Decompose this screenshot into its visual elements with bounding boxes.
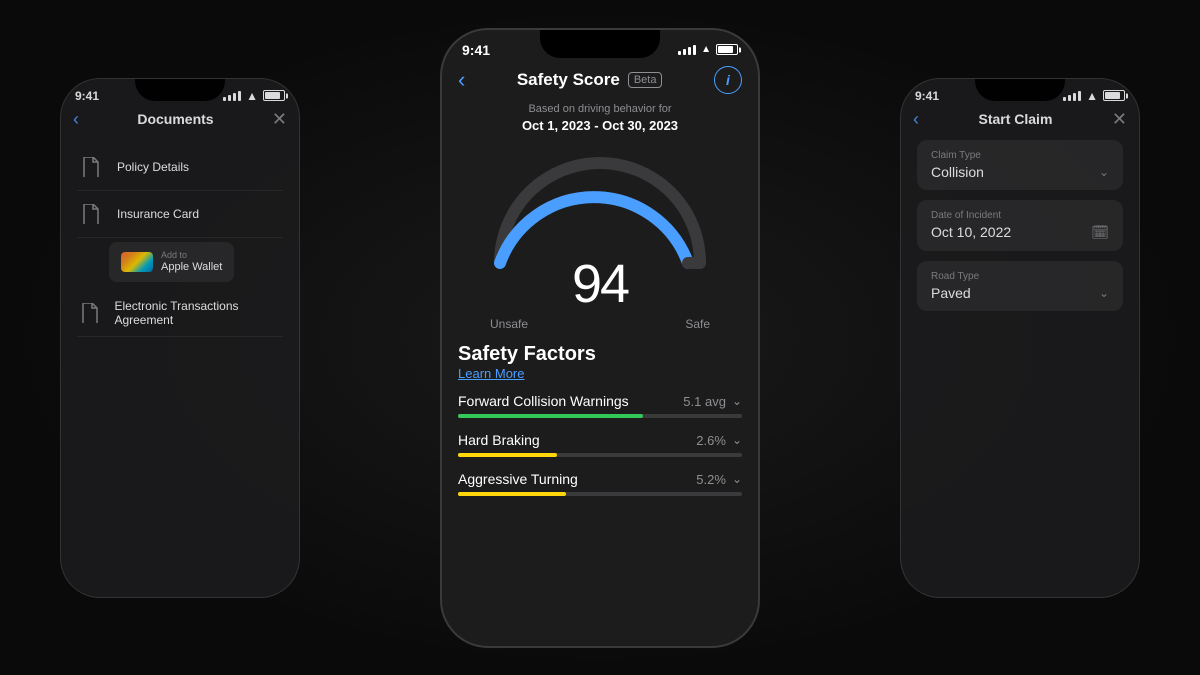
safety-factors-title: Safety Factors (458, 343, 742, 366)
phone-center: 9:41 ▲ ‹ Safety Score Beta i (440, 28, 760, 648)
date-subtitle: Based on driving behavior for Oct 1, 202… (458, 102, 742, 136)
road-type-field[interactable]: Road Type Paved ⌄ (917, 261, 1123, 311)
back-button-left[interactable]: ‹ (73, 109, 79, 130)
progress-bar-turning (458, 492, 742, 496)
wifi-left: ▲ (246, 89, 258, 103)
date-range: Oct 1, 2023 - Oct 30, 2023 (458, 117, 742, 135)
claim-form: Claim Type Collision ⌄ Date of Incident … (917, 136, 1123, 325)
factor-row-collision: Forward Collision Warnings 5.1 avg ⌄ (458, 393, 742, 418)
signal-left (223, 91, 241, 101)
status-icons-left: ▲ (223, 89, 285, 103)
claim-type-label: Claim Type (931, 150, 1109, 161)
time-center: 9:41 (462, 42, 490, 58)
claim-type-field[interactable]: Claim Type Collision ⌄ (917, 140, 1123, 190)
gauge-score: 94 (572, 253, 628, 315)
gauge-safe-label: Safe (685, 317, 710, 331)
notch-left (135, 79, 225, 101)
page-title-right: Start Claim (978, 111, 1052, 127)
factor-name-braking: Hard Braking (458, 432, 540, 448)
wifi-center: ▲ (701, 44, 711, 55)
notch-right (975, 79, 1065, 101)
page-title-left: Documents (137, 111, 213, 127)
factor-name-collision: Forward Collision Warnings (458, 393, 629, 409)
chevron-down-icon: ⌄ (732, 433, 742, 447)
beta-badge: Beta (628, 72, 663, 88)
time-left: 9:41 (75, 89, 99, 103)
chevron-down-icon: ⌄ (732, 472, 742, 486)
factor-name-turning: Aggressive Turning (458, 471, 578, 487)
doc-icon (77, 299, 102, 327)
page-title-center: Safety Score Beta (517, 70, 663, 90)
mute-button[interactable] (440, 110, 442, 145)
back-button-center[interactable]: ‹ (458, 67, 465, 93)
time-right: 9:41 (915, 89, 939, 103)
factor-row-turning: Aggressive Turning 5.2% ⌄ (458, 471, 742, 496)
chevron-down-icon: ⌄ (1099, 286, 1109, 300)
calendar-icon: 🗓 (1091, 224, 1109, 241)
nav-bar-center: ‹ Safety Score Beta i (442, 62, 758, 102)
wallet-add-text: Add to (161, 250, 222, 260)
wifi-right: ▲ (1086, 89, 1098, 103)
doc-content: Policy Details Insurance Card A (61, 136, 299, 597)
chevron-down-icon: ⌄ (732, 394, 742, 408)
date-incident-value: Oct 10, 2022 🗓 (931, 224, 1109, 241)
phone-left: 9:41 ▲ ‹ Documents ✕ (60, 78, 300, 598)
status-icons-right: ▲ (1063, 89, 1125, 103)
factor-value-braking[interactable]: 2.6% ⌄ (696, 433, 742, 448)
doc-icon (77, 153, 105, 181)
list-item[interactable]: Insurance Card (77, 191, 283, 238)
claim-content: Claim Type Collision ⌄ Date of Incident … (901, 136, 1139, 597)
gauge-unsafe-label: Unsafe (490, 317, 528, 331)
factor-row-braking: Hard Braking 2.6% ⌄ (458, 432, 742, 457)
safety-factors-section: Safety Factors Learn More Forward Collis… (458, 343, 742, 496)
list-item[interactable]: Policy Details (77, 144, 283, 191)
scene: 9:41 ▲ ‹ Documents ✕ (0, 0, 1200, 675)
status-icons-center: ▲ (678, 44, 738, 55)
doc-icon (77, 200, 105, 228)
date-incident-field[interactable]: Date of Incident Oct 10, 2022 🗓 (917, 200, 1123, 251)
progress-bar-collision (458, 414, 742, 418)
doc-list: Policy Details Insurance Card A (77, 136, 283, 345)
gauge-labels: Unsafe Safe (490, 317, 710, 331)
nav-bar-left: ‹ Documents ✕ (61, 107, 299, 136)
close-button-left[interactable]: ✕ (272, 109, 287, 130)
back-button-right[interactable]: ‹ (913, 109, 919, 130)
safety-score-content: Based on driving behavior for Oct 1, 202… (442, 102, 758, 646)
nav-bar-right: ‹ Start Claim ✕ (901, 107, 1139, 136)
learn-more-link[interactable]: Learn More (458, 366, 742, 381)
doc-name-policy: Policy Details (117, 160, 189, 174)
notch-center (540, 30, 660, 58)
wallet-name-text: Apple Wallet (161, 260, 222, 274)
date-incident-label: Date of Incident (931, 210, 1109, 221)
road-type-value: Paved ⌄ (931, 285, 1109, 301)
battery-center (716, 44, 738, 55)
power-button[interactable] (758, 150, 760, 210)
battery-right (1103, 90, 1125, 101)
doc-name-electronic: Electronic Transactions Agreement (114, 299, 283, 327)
info-button[interactable]: i (714, 66, 742, 94)
phone-right: 9:41 ▲ ‹ Start Claim ✕ (900, 78, 1140, 598)
claim-type-value: Collision ⌄ (931, 164, 1109, 180)
volume-up-button[interactable] (440, 155, 442, 210)
factor-value-turning[interactable]: 5.2% ⌄ (696, 472, 742, 487)
signal-center (678, 45, 696, 55)
volume-down-button[interactable] (440, 220, 442, 275)
factor-value-collision[interactable]: 5.1 avg ⌄ (683, 394, 742, 409)
wallet-icon (121, 252, 153, 272)
road-type-label: Road Type (931, 271, 1109, 282)
chevron-down-icon: ⌄ (1099, 165, 1109, 179)
list-item[interactable]: Electronic Transactions Agreement (77, 290, 283, 337)
apple-wallet-button[interactable]: Add to Apple Wallet (109, 242, 234, 282)
progress-bar-braking (458, 453, 742, 457)
battery-left (263, 90, 285, 101)
signal-right (1063, 91, 1081, 101)
gauge-container: 94 Unsafe Safe (458, 143, 742, 331)
close-button-right[interactable]: ✕ (1112, 109, 1127, 130)
doc-name-insurance: Insurance Card (117, 207, 199, 221)
